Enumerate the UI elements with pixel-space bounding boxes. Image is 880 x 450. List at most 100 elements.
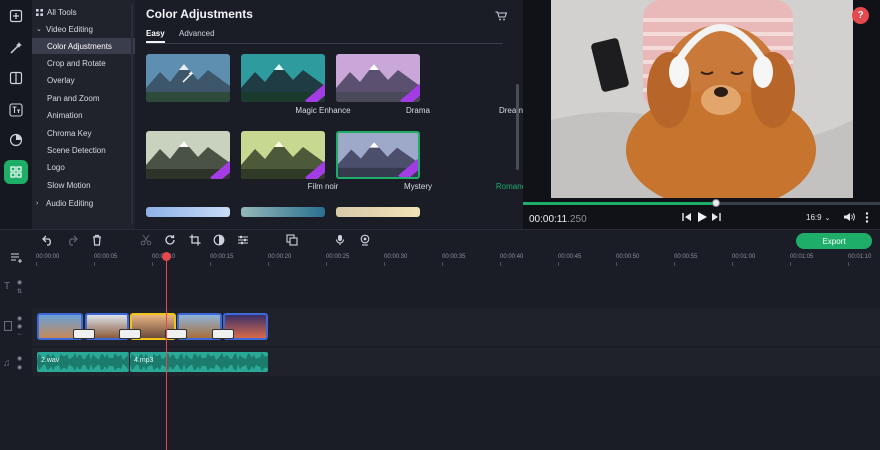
transition-marker[interactable] (73, 329, 95, 339)
visibility-icon[interactable]: ◉ (17, 355, 22, 362)
aspect-ratio-select[interactable]: 16:9 ⌄ (806, 213, 830, 222)
tool-item-label: Animation (47, 111, 83, 121)
film-icon (4, 321, 12, 331)
color-icon[interactable] (212, 233, 226, 247)
preset-drama[interactable] (241, 54, 325, 102)
preview-progress-handle[interactable] (711, 199, 720, 207)
panel-scrollbar[interactable] (516, 84, 519, 170)
playhead-handle[interactable] (162, 252, 171, 261)
audio-clip[interactable]: 4.mp3 (130, 352, 268, 372)
timeline-toolbar (0, 229, 880, 251)
audio-clip[interactable]: 2.wav (37, 352, 129, 372)
more-tools-icon[interactable] (4, 160, 28, 184)
transition-marker[interactable] (212, 329, 234, 339)
ruler-tick-label: 00:00:35 (442, 254, 466, 260)
overlay-icon[interactable] (285, 233, 299, 247)
ruler-tick-label: 00:00:15 (210, 254, 234, 260)
visibility-icon[interactable]: ◉ (17, 315, 22, 322)
crop-icon[interactable] (188, 233, 202, 247)
ruler-tick (268, 262, 269, 266)
tool-item-scene-detection[interactable]: Scene Detection (32, 142, 135, 158)
preset-thumb[interactable] (241, 207, 325, 217)
help-button[interactable]: ? (852, 7, 869, 24)
visibility-icon[interactable]: ◉ (17, 279, 22, 286)
tool-item-chroma-key[interactable]: Chroma Key (32, 125, 135, 141)
filters-icon[interactable] (4, 66, 28, 90)
ruler-tick (152, 262, 153, 266)
preset-film-noir[interactable] (146, 131, 230, 179)
volume-icon[interactable]: ◉ (17, 364, 22, 371)
scissors-icon[interactable] (139, 233, 153, 247)
preset-thumb[interactable] (146, 207, 230, 217)
preset-thumb[interactable] (336, 207, 420, 217)
magic-wand-icon (181, 70, 195, 84)
prev-frame-icon[interactable] (682, 212, 692, 222)
ruler-tick-label: 00:00:50 (616, 254, 640, 260)
import-icon[interactable] (4, 4, 28, 28)
audio-track-controls: ♫ ◉ ◉ (0, 354, 32, 374)
video-editing-label: Video Editing (46, 24, 93, 34)
ruler-tick (732, 262, 733, 266)
ruler-tick (848, 262, 849, 266)
tool-item-crop-and-rotate[interactable]: Crop and Rotate (32, 55, 135, 71)
ruler-tick-label: 00:00:00 (36, 254, 60, 260)
transitions-icon[interactable] (4, 128, 28, 152)
tool-item-logo[interactable]: Logo (32, 160, 135, 176)
tool-item-label: Pan and Zoom (47, 93, 100, 103)
ruler-tick-label: 00:01:05 (790, 254, 814, 260)
tool-item-animation[interactable]: Animation (32, 108, 135, 124)
magic-wand-icon[interactable] (4, 36, 28, 60)
video-editing-group[interactable]: ⌄ Video Editing (32, 21, 135, 37)
ruler-tick (94, 262, 95, 266)
play-icon[interactable] (696, 211, 708, 223)
preset-romance[interactable] (336, 131, 420, 179)
volume-icon[interactable] (843, 212, 855, 222)
arrow-left-icon[interactable]: ← (17, 331, 23, 337)
undo-icon[interactable] (41, 233, 55, 247)
ruler-tick-label: 00:00:20 (268, 254, 292, 260)
time-fraction: .250 (567, 214, 587, 225)
link-icon[interactable]: ⇅ (17, 288, 22, 295)
next-frame-icon[interactable] (711, 212, 721, 222)
audio-editing-label: Audio Editing (46, 198, 94, 208)
rotate-icon[interactable] (163, 233, 177, 247)
text-track-icon: T (4, 281, 11, 292)
add-track-icon[interactable] (10, 252, 24, 264)
chevron-down-icon: ⌄ (824, 215, 831, 222)
preview-video[interactable] (551, 0, 853, 198)
tool-item-label: Color Adjustments (47, 41, 112, 51)
tool-item-pan-and-zoom[interactable]: Pan and Zoom (32, 90, 135, 106)
preset-dreamy[interactable] (336, 54, 420, 102)
webcam-icon[interactable] (358, 233, 372, 247)
tool-item-overlay[interactable]: Overlay (32, 73, 135, 89)
delete-icon[interactable] (90, 233, 104, 247)
audio-editing-group[interactable]: › Audio Editing (32, 195, 135, 211)
text-track-controls: T ◉ ⇅ (0, 278, 32, 298)
text-track[interactable] (32, 267, 880, 307)
volume-icon[interactable]: ◉ (17, 323, 22, 330)
redo-icon[interactable] (65, 233, 79, 247)
ruler-tick (36, 262, 37, 266)
more-options-icon[interactable] (865, 212, 869, 223)
tool-item-color-adjustments[interactable]: Color Adjustments (32, 38, 135, 54)
settings-sliders-icon[interactable] (236, 233, 250, 247)
tab-advanced[interactable]: Advanced (179, 29, 215, 38)
transition-marker[interactable] (165, 329, 187, 339)
tab-easy[interactable]: Easy (146, 29, 165, 38)
aspect-ratio-value: 16:9 (806, 213, 822, 222)
ruler-tick (442, 262, 443, 266)
chevron-down-icon: ⌄ (36, 26, 42, 33)
time-main: 00:00:11 (529, 214, 568, 225)
titles-icon[interactable] (4, 98, 28, 122)
all-tools-item[interactable]: All Tools (32, 4, 135, 20)
tool-item-slow-motion[interactable]: Slow Motion (32, 177, 135, 193)
ruler-tick (500, 262, 501, 266)
preset-mystery[interactable] (241, 131, 325, 179)
export-button[interactable]: Export (796, 233, 872, 249)
preset-label: Mystery (404, 182, 432, 191)
microphone-icon[interactable] (333, 233, 347, 247)
preset-magic-enhance[interactable] (146, 54, 230, 102)
transition-marker[interactable] (119, 329, 141, 339)
cart-icon[interactable] (495, 11, 508, 21)
tools-scrollbar[interactable] (131, 4, 133, 224)
